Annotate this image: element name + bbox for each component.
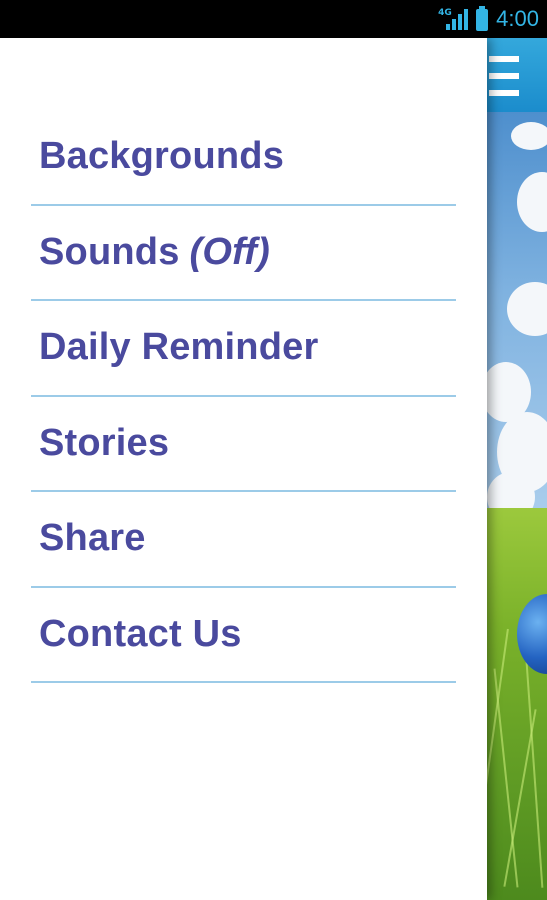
- menu-item-backgrounds[interactable]: Backgrounds: [31, 110, 456, 206]
- menu-item-stories[interactable]: Stories: [31, 397, 456, 492]
- battery-icon: [476, 6, 489, 31]
- app-bar: [487, 38, 547, 112]
- signal-icon: 4G: [438, 6, 469, 32]
- menu-item-label: Backgrounds: [39, 135, 285, 178]
- menu-item-label: Contact Us: [39, 612, 242, 655]
- sounds-status: (Off): [189, 230, 271, 273]
- status-time: 4:00: [496, 6, 539, 31]
- hamburger-menu-icon[interactable]: [489, 56, 519, 96]
- menu-item-share[interactable]: Share: [31, 492, 456, 588]
- status-bar: 4G 4:00: [0, 0, 547, 38]
- menu-item-label: Sounds (Off): [39, 230, 271, 273]
- menu-item-label: Stories: [39, 421, 170, 464]
- menu-item-contact-us[interactable]: Contact Us: [31, 588, 456, 683]
- menu-item-daily-reminder[interactable]: Daily Reminder: [31, 301, 456, 397]
- menu-item-label: Share: [39, 517, 146, 560]
- status-icons: 4G 4:00: [438, 0, 539, 38]
- menu-item-sounds[interactable]: Sounds (Off): [31, 206, 456, 301]
- navigation-drawer: Backgrounds Sounds (Off) Daily Reminder S…: [0, 38, 487, 900]
- grass-background: [487, 508, 547, 900]
- drawer-menu: Backgrounds Sounds (Off) Daily Reminder S…: [31, 110, 456, 683]
- main-content: [487, 38, 547, 900]
- sky-background: [487, 112, 547, 522]
- menu-item-label: Daily Reminder: [39, 326, 319, 369]
